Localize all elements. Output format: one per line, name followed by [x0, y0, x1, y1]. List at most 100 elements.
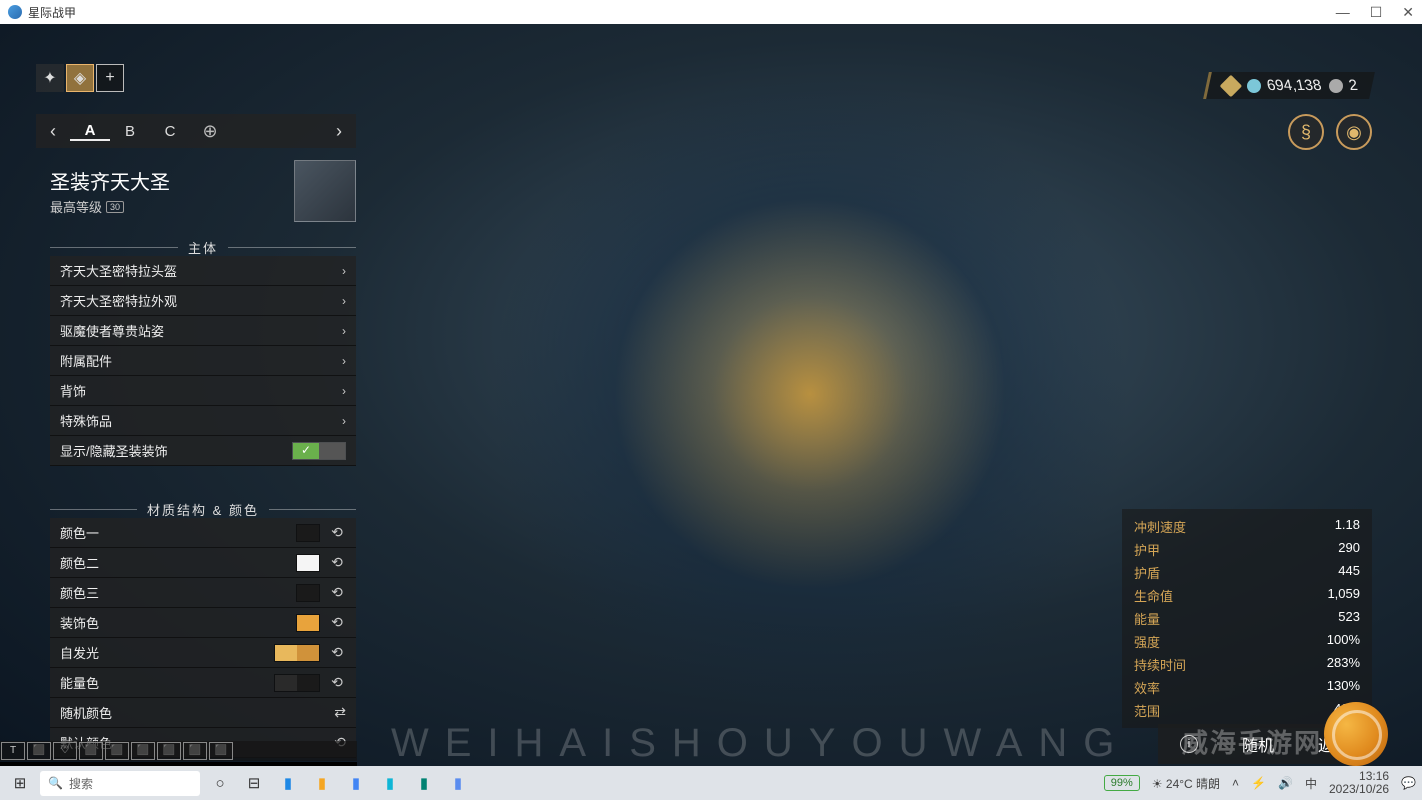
stat-strength: 强度100% [1122, 630, 1372, 653]
reset-icon[interactable]: ⟲ [328, 614, 346, 632]
section-divider-main: 主体 [50, 238, 356, 257]
reset-icon[interactable]: ⟲ [328, 584, 346, 602]
mode-icon-2-selected[interactable]: ◈ [66, 64, 94, 92]
chevron-right-icon: › [342, 294, 346, 308]
tab-a[interactable]: A [70, 122, 110, 141]
volume-icon[interactable]: 🔊 [1278, 776, 1293, 790]
reset-icon[interactable]: ⟲ [328, 524, 346, 542]
close-button[interactable]: ✕ [1402, 4, 1414, 21]
rank-label: 最高等级 [50, 197, 102, 216]
loadout-tabs: ‹ A B C ⊕ › [36, 114, 356, 148]
row-regalia[interactable]: 特殊饰品› [50, 406, 356, 436]
mode-icon-1[interactable]: ✦ [36, 64, 64, 92]
currency-panel[interactable]: 694,138 2 [1204, 72, 1375, 99]
game-viewport: ✦ ◈ + 694,138 2 § ◉ ‹ A B C ⊕ › 圣装齐天大圣 最… [0, 24, 1422, 800]
row-energy[interactable]: 能量色⟲ [50, 668, 356, 698]
tab-next-button[interactable]: › [322, 121, 356, 142]
warframe-name: 圣装齐天大圣 [50, 166, 170, 195]
row-emissive[interactable]: 自发光⟲ [50, 638, 356, 668]
stat-shield: 护盾445 [1122, 561, 1372, 584]
notifications-icon[interactable]: 💬 [1401, 776, 1416, 790]
add-mode-button[interactable]: + [96, 64, 124, 92]
reset-icon[interactable]: ⟲ [328, 644, 346, 662]
top-mode-icons: ✦ ◈ + [36, 64, 124, 92]
chevron-right-icon: › [342, 324, 346, 338]
toggle-off [319, 443, 345, 459]
start-button[interactable]: ⊞ [6, 769, 34, 797]
stat-energy: 能量523 [1122, 607, 1372, 630]
prime-toggle-switch[interactable]: ✓ [292, 442, 346, 460]
rank-badge: 30 [106, 201, 124, 213]
row-color-2[interactable]: 颜色二⟲ [50, 548, 356, 578]
swatch[interactable] [275, 645, 297, 661]
row-color-1[interactable]: 颜色一⟲ [50, 518, 356, 548]
site-name: 威海手游网 [1182, 723, 1322, 760]
weather-widget[interactable]: ☀ 24°C 晴朗 [1152, 775, 1220, 792]
row-prime-toggle[interactable]: 显示/隐藏圣装装饰 ✓ [50, 436, 356, 466]
window-title: 星际战甲 [28, 4, 76, 21]
app-icon-1[interactable]: ▮ [274, 769, 302, 797]
windows-taskbar: ⊞ 🔍搜索 ○ ⊟ ▮ ▮ ▮ ▮ ▮ ▮ 99% ☀ 24°C 晴朗 ˄ ⚡ … [0, 766, 1422, 800]
color-list: 颜色一⟲ 颜色二⟲ 颜色三⟲ 装饰色⟲ 自发光⟲ 能量色⟲ 随机颜色⇄ 默认颜色… [50, 518, 356, 758]
price-tag-icon [1220, 74, 1243, 97]
warframe-header: 圣装齐天大圣 最高等级 30 [50, 160, 356, 222]
row-random-colors[interactable]: 随机颜色⇄ [50, 698, 356, 728]
stat-health: 生命值1,059 [1122, 584, 1372, 607]
tray-chevron-icon[interactable]: ˄ [1232, 776, 1239, 790]
minimize-button[interactable]: — [1336, 4, 1350, 21]
camera-button[interactable]: ◉ [1336, 114, 1372, 150]
row-attachments[interactable]: 附属配件› [50, 346, 356, 376]
row-helmet[interactable]: 齐天大圣密特拉头盔› [50, 256, 356, 286]
swatch[interactable] [297, 555, 319, 571]
row-syandana[interactable]: 背饰› [50, 376, 356, 406]
cortana-icon[interactable]: ○ [206, 769, 234, 797]
tab-prev-button[interactable]: ‹ [36, 121, 70, 142]
section-divider-colors: 材质结构 & 颜色 [50, 500, 356, 519]
app-icon-4[interactable]: ▮ [376, 769, 404, 797]
platinum-amount: 2 [1348, 77, 1360, 94]
app-icon-2[interactable]: ▮ [308, 769, 336, 797]
network-icon[interactable]: ⚡ [1251, 776, 1266, 790]
warframe-thumbnail[interactable] [294, 160, 356, 222]
reset-icon[interactable]: ⟲ [328, 554, 346, 572]
row-color-3[interactable]: 颜色三⟲ [50, 578, 356, 608]
taskbar-search[interactable]: 🔍搜索 [40, 771, 200, 796]
swatch[interactable] [297, 615, 319, 631]
reset-icon[interactable]: ⟲ [328, 674, 346, 692]
tab-add-button[interactable]: ⊕ [190, 121, 230, 142]
stat-duration: 持续时间283% [1122, 653, 1372, 676]
shuffle-icon: ⇄ [334, 704, 346, 721]
ime-icon[interactable]: 中 [1305, 775, 1317, 792]
swatch[interactable] [275, 675, 297, 691]
battery-indicator[interactable]: 99% [1104, 775, 1140, 791]
chevron-right-icon: › [342, 384, 346, 398]
chevron-right-icon: › [342, 354, 346, 368]
tab-c[interactable]: C [150, 123, 190, 140]
swatch[interactable] [297, 585, 319, 601]
toggle-on: ✓ [293, 443, 319, 459]
main-appearance-list: 齐天大圣密特拉头盔› 齐天大圣密特拉外观› 驱魔使者尊贵站姿› 附属配件› 背饰… [50, 256, 356, 466]
row-stance[interactable]: 驱魔使者尊贵站姿› [50, 316, 356, 346]
app-icon-6[interactable]: ▮ [444, 769, 472, 797]
character-preview[interactable] [530, 94, 1090, 734]
credits-amount: 694,138 [1266, 77, 1324, 94]
app-icon-3[interactable]: ▮ [342, 769, 370, 797]
task-view-icon[interactable]: ⊟ [240, 769, 268, 797]
credits-icon [1247, 79, 1261, 93]
stat-armor: 护甲290 [1122, 538, 1372, 561]
chevron-right-icon: › [342, 414, 346, 428]
row-accent[interactable]: 装饰色⟲ [50, 608, 356, 638]
chevron-right-icon: › [342, 264, 346, 278]
maximize-button[interactable]: ☐ [1370, 4, 1383, 21]
window-titlebar: 星际战甲 — ☐ ✕ [0, 0, 1422, 24]
clock-date[interactable]: 2023/10/26 [1329, 783, 1389, 796]
link-share-button[interactable]: § [1288, 114, 1324, 150]
stats-panel: 冲刺速度1.18 护甲290 护盾445 生命值1,059 能量523 强度10… [1122, 509, 1372, 728]
row-skin[interactable]: 齐天大圣密特拉外观› [50, 286, 356, 316]
tab-b[interactable]: B [110, 123, 150, 140]
app-icon-5[interactable]: ▮ [410, 769, 438, 797]
swatch[interactable] [297, 525, 319, 541]
site-logo-icon [1324, 702, 1388, 766]
swatch[interactable] [297, 675, 319, 691]
swatch[interactable] [297, 645, 319, 661]
